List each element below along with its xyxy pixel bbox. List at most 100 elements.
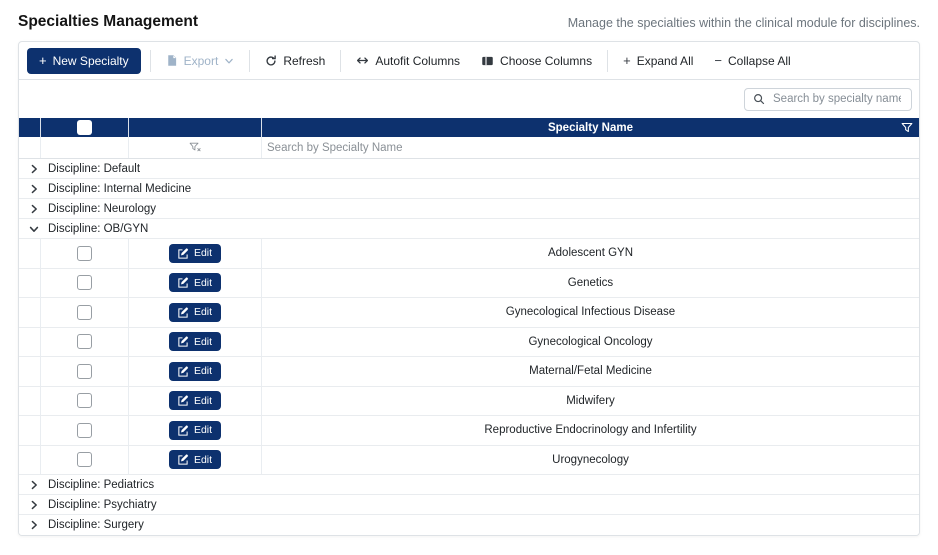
edit-button[interactable]: Edit: [169, 332, 221, 351]
chevron-right-icon[interactable]: [29, 480, 40, 490]
grid-cell: Edit: [128, 357, 261, 386]
page-title: Specialties Management: [18, 13, 198, 31]
row-checkbox[interactable]: [77, 246, 92, 261]
edit-button[interactable]: Edit: [169, 244, 221, 263]
grid-cell: [40, 357, 128, 386]
row-checkbox[interactable]: [77, 305, 92, 320]
file-export-icon: [166, 54, 178, 67]
edit-pencil-icon: [178, 248, 189, 259]
row-checkbox[interactable]: [77, 423, 92, 438]
page-header: Specialties Management Manage the specia…: [0, 0, 938, 31]
edit-button[interactable]: Edit: [169, 273, 221, 292]
discipline-group-row[interactable]: Discipline: Pediatrics: [19, 475, 919, 495]
new-specialty-button[interactable]: + New Specialty: [27, 48, 141, 74]
discipline-group-row[interactable]: Discipline: Psychiatry: [19, 495, 919, 515]
chevron-right-icon[interactable]: [29, 164, 40, 174]
specialty-row: Edit Maternal/Fetal Medicine: [19, 357, 919, 387]
discipline-group-row[interactable]: Discipline: Default: [19, 159, 919, 179]
choose-columns-label: Choose Columns: [500, 54, 592, 68]
edit-button-label: Edit: [194, 395, 212, 407]
discipline-group-row[interactable]: Discipline: Surgery: [19, 515, 919, 535]
edit-pencil-icon: [178, 395, 189, 406]
grid-cell: [19, 298, 40, 327]
funnel-icon[interactable]: [901, 122, 913, 134]
edit-pencil-icon: [178, 307, 189, 318]
search-input-wrapper[interactable]: [744, 88, 912, 111]
new-specialty-label: New Specialty: [53, 54, 129, 68]
expand-all-button[interactable]: + Expand All: [617, 50, 699, 72]
collapse-all-button[interactable]: − Collapse All: [708, 50, 796, 72]
specialty-row: EditUrogynecology: [19, 446, 919, 476]
chevron-down-icon[interactable]: [29, 224, 40, 234]
grid-header: Specialty Name: [19, 118, 919, 137]
discipline-group-label: Discipline: OB/GYN: [48, 223, 148, 235]
edit-button-label: Edit: [194, 454, 212, 466]
row-checkbox[interactable]: [77, 452, 92, 467]
specialty-name-header-label: Specialty Name: [548, 122, 633, 134]
chevron-right-icon[interactable]: [29, 500, 40, 510]
plus-icon: +: [623, 54, 631, 67]
autofit-columns-label: Autofit Columns: [375, 54, 460, 68]
row-checkbox[interactable]: [77, 364, 92, 379]
refresh-icon: [265, 55, 277, 67]
edit-button[interactable]: Edit: [169, 421, 221, 440]
row-checkbox[interactable]: [77, 275, 92, 290]
row-checkbox[interactable]: [77, 334, 92, 349]
search-icon: [753, 93, 765, 105]
specialty-name-column-header[interactable]: Specialty Name: [261, 118, 919, 137]
funnel-x-icon[interactable]: [189, 141, 202, 154]
export-button[interactable]: Export: [160, 50, 241, 72]
grid-cell: [19, 137, 40, 158]
chevron-right-icon[interactable]: [29, 204, 40, 214]
specialty-name: Maternal/Fetal Medicine: [529, 365, 652, 377]
discipline-group-label: Discipline: Psychiatry: [48, 499, 157, 511]
discipline-group-row[interactable]: Discipline: Internal Medicine: [19, 179, 919, 199]
grid-cell: [19, 416, 40, 445]
discipline-group-row[interactable]: Discipline: Neurology: [19, 199, 919, 219]
chevron-right-icon[interactable]: [29, 520, 40, 530]
row-checkbox[interactable]: [77, 393, 92, 408]
plus-icon: +: [39, 54, 47, 67]
grid-cell: [19, 387, 40, 416]
edit-button[interactable]: Edit: [169, 450, 221, 469]
horizontal-arrows-icon: [356, 55, 369, 66]
grid-cell: [40, 298, 128, 327]
grid-cell: Edit: [128, 446, 261, 475]
choose-columns-button[interactable]: Choose Columns: [475, 50, 598, 72]
edit-button[interactable]: Edit: [169, 391, 221, 410]
expander-column-header: [19, 118, 40, 137]
search-input[interactable]: [771, 92, 903, 106]
discipline-group-row[interactable]: Discipline: OB/GYN: [19, 219, 919, 239]
edit-button[interactable]: Edit: [169, 362, 221, 381]
edit-pencil-icon: [178, 366, 189, 377]
edit-button-label: Edit: [194, 424, 212, 436]
toolbar: + New Specialty Export Refresh Autof: [19, 42, 919, 80]
grid-cell: [40, 269, 128, 298]
edit-button-label: Edit: [194, 365, 212, 377]
grid-cell: Reproductive Endocrinology and Infertili…: [261, 416, 919, 445]
specialty-row: EditGynecological Infectious Disease: [19, 298, 919, 328]
discipline-group-label: Discipline: Surgery: [48, 519, 144, 531]
grid-cell: [128, 137, 261, 158]
specialty-row: Edit Midwifery: [19, 387, 919, 417]
edit-column-header: [128, 118, 261, 137]
grid-cell: Genetics: [261, 269, 919, 298]
refresh-button[interactable]: Refresh: [259, 50, 331, 72]
autofit-columns-button[interactable]: Autofit Columns: [350, 50, 466, 72]
edit-pencil-icon: [178, 336, 189, 347]
select-all-checkbox[interactable]: [77, 120, 92, 135]
edit-pencil-icon: [178, 277, 189, 288]
grid-cell: Adolescent GYN: [261, 239, 919, 268]
grid-cell: Edit: [128, 328, 261, 357]
page-subtitle: Manage the specialties within the clinic…: [568, 13, 920, 30]
edit-button[interactable]: Edit: [169, 303, 221, 322]
specialty-name: Midwifery: [566, 395, 615, 407]
specialty-name-filter-input[interactable]: [262, 141, 919, 155]
grid-cell: Gynecological Oncology: [261, 328, 919, 357]
grid-cell: [40, 416, 128, 445]
grid-cell: [19, 446, 40, 475]
minus-icon: −: [714, 54, 722, 67]
chevron-down-icon: [224, 56, 234, 66]
grid-cell: [40, 239, 128, 268]
chevron-right-icon[interactable]: [29, 184, 40, 194]
